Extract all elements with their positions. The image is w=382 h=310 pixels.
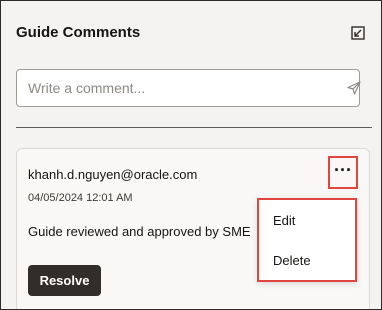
menu-item-delete[interactable]: Delete — [273, 253, 311, 268]
more-horizontal-icon: ··· — [334, 160, 352, 180]
divider — [16, 127, 372, 128]
menu-item-edit[interactable]: Edit — [273, 213, 295, 228]
send-icon[interactable] — [347, 81, 361, 95]
guide-comments-panel: Guide Comments khanh.d.nguyen@oracle.com… — [0, 0, 382, 310]
comment-author: khanh.d.nguyen@oracle.com — [28, 167, 198, 182]
panel-title: Guide Comments — [16, 24, 141, 41]
comment-text: Guide reviewed and approved by SME — [28, 224, 251, 239]
popout-icon[interactable] — [351, 26, 365, 40]
more-actions-button[interactable]: ··· — [328, 156, 358, 189]
comment-timestamp: 04/05/2024 12:01 AM — [28, 192, 133, 204]
comment-actions-menu: Edit Delete — [257, 198, 357, 282]
resolve-button[interactable]: Resolve — [28, 265, 101, 296]
comment-input[interactable] — [16, 69, 360, 107]
